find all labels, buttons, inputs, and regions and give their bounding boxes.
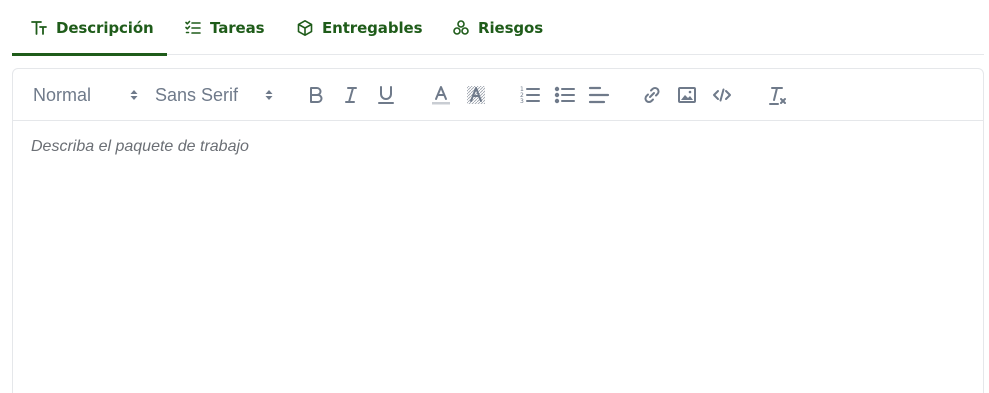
svg-text:3: 3 (520, 98, 524, 105)
picker-arrows-icon (130, 87, 138, 103)
clear-format-icon[interactable] (765, 83, 789, 107)
font-picker-label: Sans Serif (155, 84, 239, 105)
tab-bar: Descripción Tareas Entregables Riesgos (12, 0, 984, 56)
bullet-list-icon[interactable] (553, 83, 577, 107)
tab-tareas[interactable]: Tareas (184, 0, 265, 55)
link-icon[interactable] (640, 83, 664, 107)
underline-icon[interactable] (374, 83, 398, 107)
tab-descripcion[interactable]: Descripción (12, 0, 167, 56)
editor-content[interactable]: Describa el paquete de trabajo (13, 122, 983, 393)
tab-entregables-label: Entregables (322, 18, 423, 37)
code-icon[interactable] (710, 83, 734, 107)
image-icon[interactable] (675, 83, 699, 107)
tab-tareas-label: Tareas (210, 18, 265, 37)
tab-entregables[interactable]: Entregables (296, 0, 423, 55)
ordered-list-icon[interactable]: 1 2 3 (518, 83, 542, 107)
bold-icon[interactable] (304, 83, 328, 107)
header-picker-label: Normal (33, 84, 92, 105)
box-icon (296, 19, 314, 37)
text-color-icon[interactable] (429, 83, 453, 107)
italic-icon[interactable] (339, 83, 363, 107)
tab-riesgos-label: Riesgos (478, 18, 544, 37)
text-size-icon (30, 19, 48, 37)
tab-descripcion-label: Descripción (56, 18, 154, 37)
checklist-icon (184, 19, 202, 37)
background-color-icon[interactable] (464, 83, 488, 107)
editor-placeholder: Describa el paquete de trabajo (31, 138, 249, 155)
editor-toolbar: Normal Sans Serif 1 2 3 (13, 69, 983, 121)
font-picker[interactable]: Sans Serif (155, 69, 277, 121)
picker-arrows-icon (265, 87, 273, 103)
header-picker[interactable]: Normal (33, 69, 145, 121)
tab-riesgos[interactable]: Riesgos (452, 0, 543, 55)
align-left-icon[interactable] (587, 83, 611, 107)
rich-text-editor: Normal Sans Serif 1 2 3 Describa el paqu… (12, 68, 984, 393)
clover-icon (452, 19, 470, 37)
